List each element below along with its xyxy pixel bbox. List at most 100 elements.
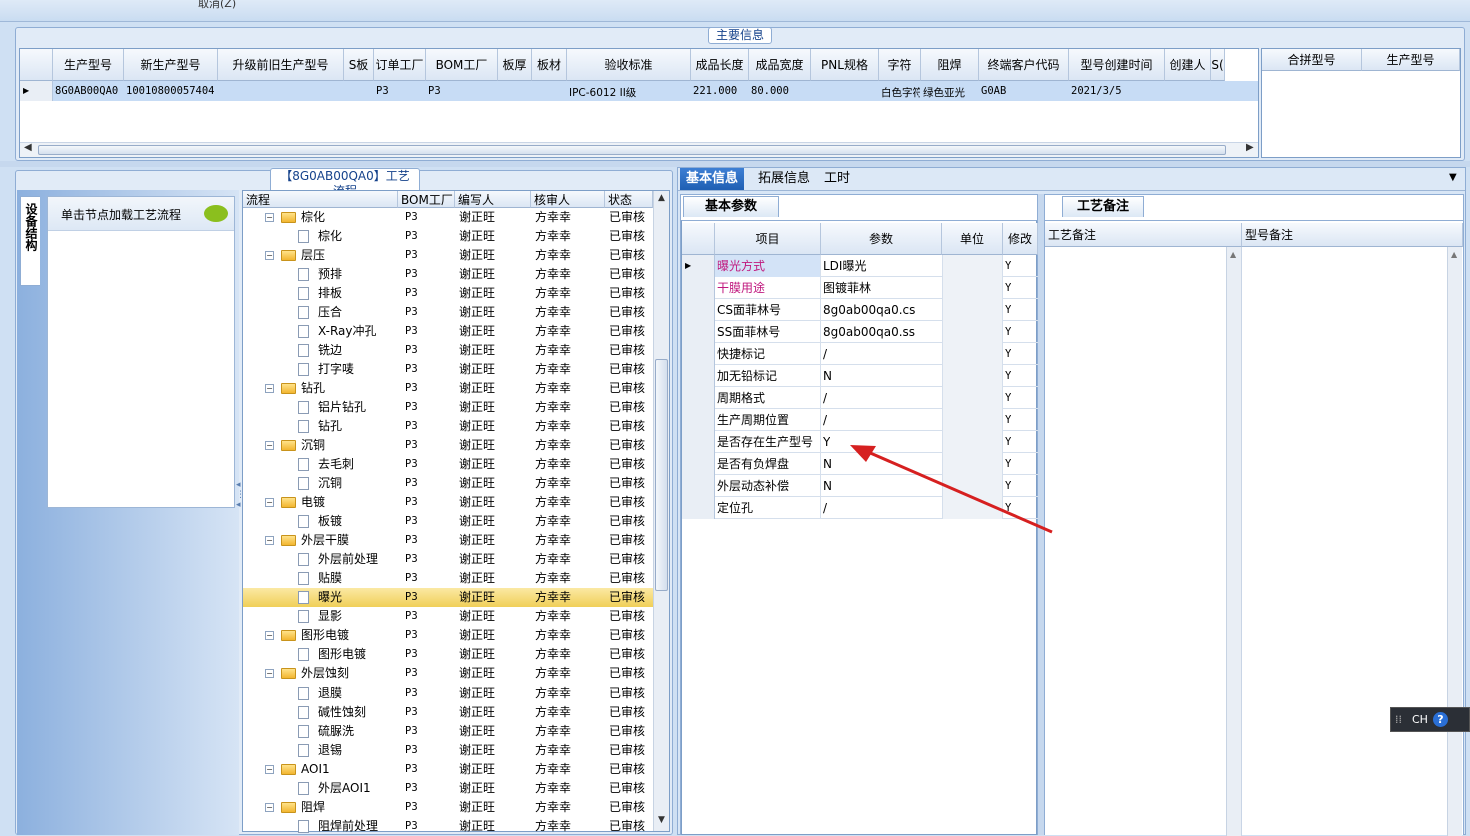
process-name[interactable]: AOI1 — [301, 760, 330, 779]
process-name[interactable]: 钻孔 — [318, 417, 342, 436]
tree-row[interactable]: 压合 P3 谢正旺 方幸幸 已审核 — [243, 303, 653, 322]
tree-row[interactable]: 棕化 P3 谢正旺 方幸幸 已审核 — [243, 227, 653, 246]
merge-col-header[interactable]: 合拼型号 — [1262, 49, 1362, 71]
process-name[interactable]: 碱性蚀刻 — [318, 703, 366, 722]
param-row[interactable]: 是否存在生产型号 Y Y — [682, 431, 1038, 453]
column-header[interactable]: 订单工厂 — [374, 49, 426, 81]
process-name[interactable]: 层压 — [301, 246, 325, 265]
language-label[interactable]: CH — [1412, 713, 1428, 726]
column-header[interactable]: BOM工厂 — [398, 191, 455, 208]
param-row[interactable]: 周期格式 / Y — [682, 387, 1038, 409]
tree-row[interactable]: 硫脲洗 P3 谢正旺 方幸幸 已审核 — [243, 722, 653, 741]
tree-row[interactable]: 碱性蚀刻 P3 谢正旺 方幸幸 已审核 — [243, 703, 653, 722]
param-value[interactable]: 8g0ab00qa0.ss — [823, 323, 915, 342]
collapse-icon[interactable]: − — [265, 213, 274, 222]
process-name[interactable]: 外层AOI1 — [318, 779, 371, 798]
collapse-icon[interactable]: − — [265, 384, 274, 394]
param-item[interactable]: 周期格式 — [717, 389, 765, 408]
process-name[interactable]: 预排 — [318, 265, 342, 284]
tree-row[interactable]: 板镀 P3 谢正旺 方幸幸 已审核 — [243, 512, 653, 531]
process-name[interactable]: 沉铜 — [301, 436, 325, 455]
tree-row[interactable]: − 外层蚀刻 P3 谢正旺 方幸幸 已审核 — [243, 664, 653, 683]
merge-col-header[interactable]: 生产型号 — [1362, 49, 1460, 71]
process-name[interactable]: 阻焊前处理 — [318, 817, 378, 836]
column-header[interactable]: 阻焊 — [921, 49, 979, 81]
tree-row[interactable]: − AOI1 P3 谢正旺 方幸幸 已审核 — [243, 760, 653, 779]
column-header[interactable]: S板 — [344, 49, 374, 81]
tab-extended[interactable]: 拓展信息 — [752, 168, 816, 190]
param-item[interactable]: 加无铅标记 — [717, 367, 777, 386]
column-header[interactable]: 生产型号 — [53, 49, 124, 81]
process-notes-grid[interactable]: 工艺备注 型号备注 ▲ ▲ — [1045, 220, 1463, 836]
param-item[interactable]: SS面菲林号 — [717, 323, 780, 342]
process-name[interactable]: 外层前处理 — [318, 550, 378, 569]
param-value[interactable]: N — [823, 477, 832, 496]
tree-row[interactable]: 排板 P3 谢正旺 方幸幸 已审核 — [243, 284, 653, 303]
collapse-icon[interactable]: − — [265, 498, 274, 508]
param-value[interactable]: 8g0ab00qa0.cs — [823, 301, 915, 320]
tree-row[interactable]: 铣边 P3 谢正旺 方幸幸 已审核 — [243, 341, 653, 360]
param-value[interactable]: / — [823, 345, 827, 364]
process-name[interactable]: 棕化 — [301, 208, 325, 227]
tab-dropdown-icon[interactable]: ▼ — [1449, 172, 1457, 183]
help-icon[interactable]: ? — [1433, 712, 1448, 727]
column-header[interactable]: 创建人 — [1165, 49, 1211, 81]
collapse-icon[interactable]: − — [265, 631, 274, 641]
param-row[interactable]: 干膜用途 图镀菲林 Y — [682, 277, 1038, 299]
column-header[interactable]: 板材 — [532, 49, 567, 81]
tree-row[interactable]: − 棕化 P3 谢正旺 方幸幸 已审核 — [243, 208, 653, 227]
param-row[interactable]: CS面菲林号 8g0ab00qa0.cs Y — [682, 299, 1038, 321]
param-item[interactable]: 快捷标记 — [717, 345, 765, 364]
process-name[interactable]: 钻孔 — [301, 379, 325, 398]
process-name[interactable]: 外层蚀刻 — [301, 664, 349, 683]
tab-hours[interactable]: 工时 — [818, 168, 856, 190]
param-row[interactable]: ▶ 曝光方式 LDI曝光 Y — [682, 255, 1038, 277]
process-name[interactable]: 铣边 — [318, 341, 342, 360]
scroll-left-icon[interactable]: ◀ — [24, 142, 32, 153]
param-value[interactable]: N — [823, 455, 832, 474]
table-cell[interactable]: 2021/3/5 — [1071, 85, 1164, 97]
collapse-icon[interactable]: − — [265, 764, 274, 774]
column-header[interactable]: 新生产型号 — [124, 49, 218, 81]
side-tab-device-structure[interactable]: 设备结构 — [20, 196, 40, 286]
collapse-icon[interactable]: − — [265, 251, 274, 261]
process-notes-title[interactable]: 工艺备注 — [1062, 196, 1144, 217]
device-tree[interactable]: 单击节点加载工艺流程 — [47, 196, 235, 508]
process-note-text[interactable]: ▲ — [1045, 247, 1242, 836]
param-item[interactable]: 曝光方式 — [717, 257, 765, 276]
process-name[interactable]: 贴膜 — [318, 569, 342, 588]
param-item[interactable]: 生产周期位置 — [717, 411, 789, 430]
collapse-icon[interactable]: − — [265, 536, 274, 546]
tree-row[interactable]: 钻孔 P3 谢正旺 方幸幸 已审核 — [243, 417, 653, 436]
param-item[interactable]: 外层动态补偿 — [717, 477, 789, 496]
param-value[interactable]: / — [823, 499, 827, 518]
process-tree-grid[interactable]: 流程 BOM工厂 编写人 核审人 状态 − 棕化 P3 谢正旺 方幸幸 已审核 棕化 P3 谢正旺 方幸幸… — [242, 190, 670, 833]
column-header[interactable]: 流程 — [243, 191, 398, 208]
column-header[interactable]: PNL规格 — [811, 49, 879, 81]
tree-row[interactable]: 图形电镀 P3 谢正旺 方幸幸 已审核 — [243, 645, 653, 664]
process-name[interactable]: 硫脲洗 — [318, 722, 354, 741]
table-cell[interactable]: 8G0AB00QA0 — [55, 85, 123, 97]
column-header[interactable]: 成品长度 — [691, 49, 749, 81]
tree-row[interactable]: 预排 P3 谢正旺 方幸幸 已审核 — [243, 265, 653, 284]
tree-row[interactable]: 打字唛 P3 谢正旺 方幸幸 已审核 — [243, 360, 653, 379]
process-name[interactable]: 退锡 — [318, 741, 342, 760]
model-note-text[interactable]: ▲ — [1242, 247, 1463, 836]
notes-col-header[interactable]: 工艺备注 — [1045, 223, 1242, 247]
tree-row[interactable]: 去毛刺 P3 谢正旺 方幸幸 已审核 — [243, 455, 653, 474]
column-header[interactable]: 终端客户代码 — [979, 49, 1069, 81]
column-header[interactable]: 参数 — [821, 223, 942, 255]
collapse-icon[interactable]: − — [265, 802, 274, 812]
tree-row[interactable]: 退锡 P3 谢正旺 方幸幸 已审核 — [243, 741, 653, 760]
column-header[interactable]: 字符 — [879, 49, 921, 81]
param-item[interactable]: 干膜用途 — [717, 279, 765, 298]
tree-row[interactable]: 显影 P3 谢正旺 方幸幸 已审核 — [243, 607, 653, 626]
column-header[interactable]: S( — [1211, 49, 1225, 81]
table-cell[interactable]: 10010800057404 — [126, 85, 217, 97]
scroll-thumb[interactable] — [655, 359, 668, 591]
table-cell[interactable]: IPC-6012 II级 — [569, 85, 690, 100]
process-name[interactable]: 板镀 — [318, 512, 342, 531]
process-name[interactable]: 显影 — [318, 607, 342, 626]
tree-row[interactable]: 退膜 P3 谢正旺 方幸幸 已审核 — [243, 684, 653, 703]
tree-row[interactable]: 贴膜 P3 谢正旺 方幸幸 已审核 — [243, 569, 653, 588]
